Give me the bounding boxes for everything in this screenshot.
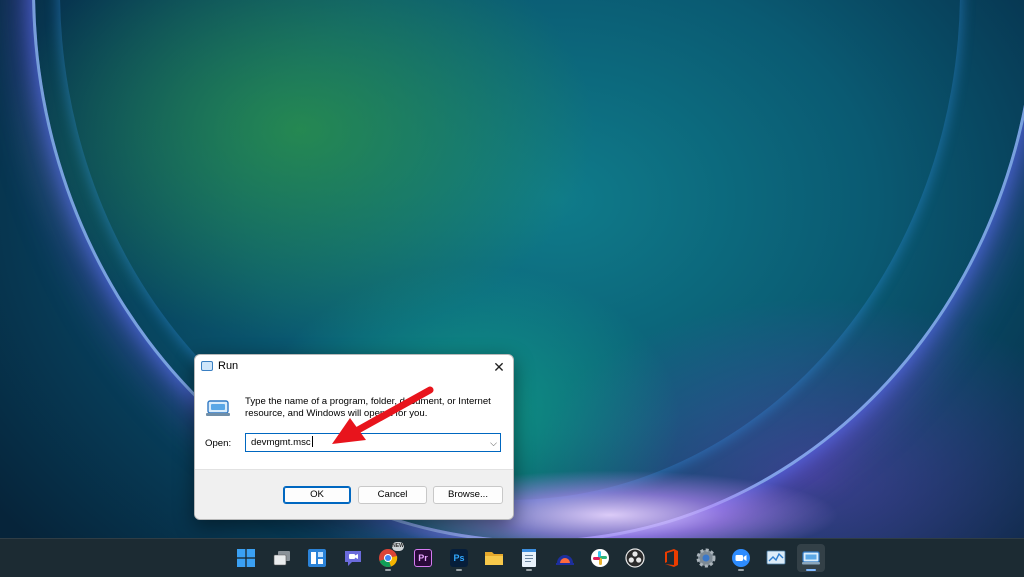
settings-button[interactable] <box>692 544 720 572</box>
close-button[interactable]: ✕ <box>485 355 513 379</box>
file-explorer-button[interactable] <box>480 544 508 572</box>
notepad-icon <box>522 549 536 567</box>
settings-icon <box>696 548 716 568</box>
run-description: Type the name of a program, folder, docu… <box>245 396 491 419</box>
widgets-button[interactable] <box>303 544 331 572</box>
start-button[interactable] <box>232 544 260 572</box>
dialog-footer: OK Cancel Browse... <box>195 469 513 519</box>
active-indicator <box>806 569 816 571</box>
run-app-icon <box>201 361 213 371</box>
open-input[interactable]: devmgmt.msc ⌵ <box>245 433 501 452</box>
notepad-button[interactable] <box>515 544 543 572</box>
slack-icon <box>591 549 609 567</box>
task-view-button[interactable] <box>268 544 296 572</box>
app-button[interactable] <box>551 544 579 572</box>
task-view-icon <box>273 551 290 566</box>
obs-icon <box>625 548 645 568</box>
open-label: Open: <box>205 438 232 449</box>
zoom-icon <box>732 549 750 567</box>
running-indicator <box>526 569 532 571</box>
browse-button[interactable]: Browse... <box>433 486 503 504</box>
chrome-button[interactable]: NEW <box>374 542 404 572</box>
run-icon <box>206 400 230 416</box>
chat-icon <box>345 551 361 566</box>
text-caret <box>311 436 313 447</box>
photoshop-button[interactable]: Ps <box>445 544 473 572</box>
dialog-title: Run <box>218 360 239 372</box>
close-icon: ✕ <box>493 359 505 375</box>
ok-button[interactable]: OK <box>283 486 351 504</box>
open-input-value: devmgmt.msc <box>251 437 311 448</box>
run-dialog-titlebar[interactable]: Run ✕ <box>195 355 513 379</box>
taskbar: NEW Pr Ps <box>0 538 1024 577</box>
zoom-button[interactable] <box>727 544 755 572</box>
task-manager-button[interactable] <box>762 544 790 572</box>
chevron-down-icon[interactable]: ⌵ <box>490 435 497 452</box>
run-dialog: Run ✕ Type the name of a program, folder… <box>194 354 514 520</box>
task-manager-icon <box>766 550 786 565</box>
running-indicator <box>456 569 462 571</box>
app-icon <box>556 555 574 565</box>
running-indicator <box>738 569 744 571</box>
running-indicator <box>385 569 391 571</box>
slack-button[interactable] <box>586 544 614 572</box>
office-button[interactable] <box>657 544 685 572</box>
start-icon <box>237 549 255 567</box>
obs-button[interactable] <box>621 544 649 572</box>
premiere-pro-button[interactable]: Pr <box>409 544 437 572</box>
chat-button[interactable] <box>339 544 367 572</box>
office-icon <box>665 549 678 567</box>
file-explorer-icon <box>485 552 503 565</box>
cancel-button[interactable]: Cancel <box>358 486 427 504</box>
run-taskbar-button[interactable] <box>797 544 825 572</box>
photoshop-icon: Ps <box>450 549 468 567</box>
chrome-icon <box>379 549 398 568</box>
widgets-icon <box>308 549 326 567</box>
premiere-pro-icon: Pr <box>414 549 432 567</box>
new-badge-icon: NEW <box>392 542 404 551</box>
run-app-icon <box>802 551 820 565</box>
